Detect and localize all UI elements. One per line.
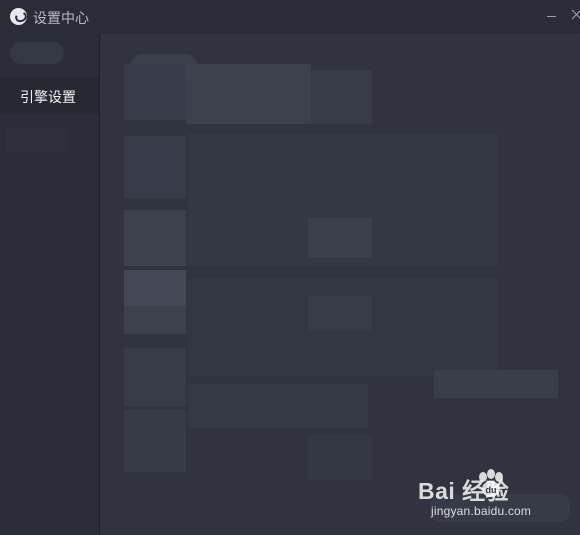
blurred-content-block: [188, 384, 368, 428]
settings-sidebar: 引擎设置: [0, 34, 100, 535]
blurred-content-block: [430, 494, 570, 522]
app-logo-icon: [10, 8, 27, 25]
blurred-content-block: [124, 210, 186, 266]
close-button[interactable]: [572, 9, 580, 19]
title-bar[interactable]: 设置中心: [0, 0, 580, 34]
blurred-content-block: [308, 434, 372, 480]
window-title: 设置中心: [33, 10, 89, 26]
blurred-sidebar-header: [10, 42, 64, 64]
blurred-content-block: [311, 70, 372, 124]
blurred-content-block: [186, 64, 311, 124]
blurred-content-block: [434, 370, 558, 398]
minimize-button[interactable]: [546, 10, 558, 22]
blurred-content-block: [124, 136, 186, 198]
blurred-content-block: [124, 64, 186, 120]
blurred-content-block: [124, 270, 186, 306]
blurred-content-block: [308, 218, 372, 258]
blurred-content-block: [308, 296, 372, 330]
blurred-content-block: [124, 410, 186, 472]
blurred-content-block: [124, 306, 186, 334]
settings-content: [100, 34, 580, 535]
sidebar-item-engine-settings[interactable]: 引擎设置: [0, 77, 99, 114]
settings-window: 设置中心 引擎设置 Bai 经验 du jingyan.baidu.com: [0, 0, 580, 535]
blurred-sidebar-item: [6, 129, 68, 151]
sidebar-item-label: 引擎设置: [20, 89, 76, 105]
blurred-content-block: [124, 348, 186, 406]
